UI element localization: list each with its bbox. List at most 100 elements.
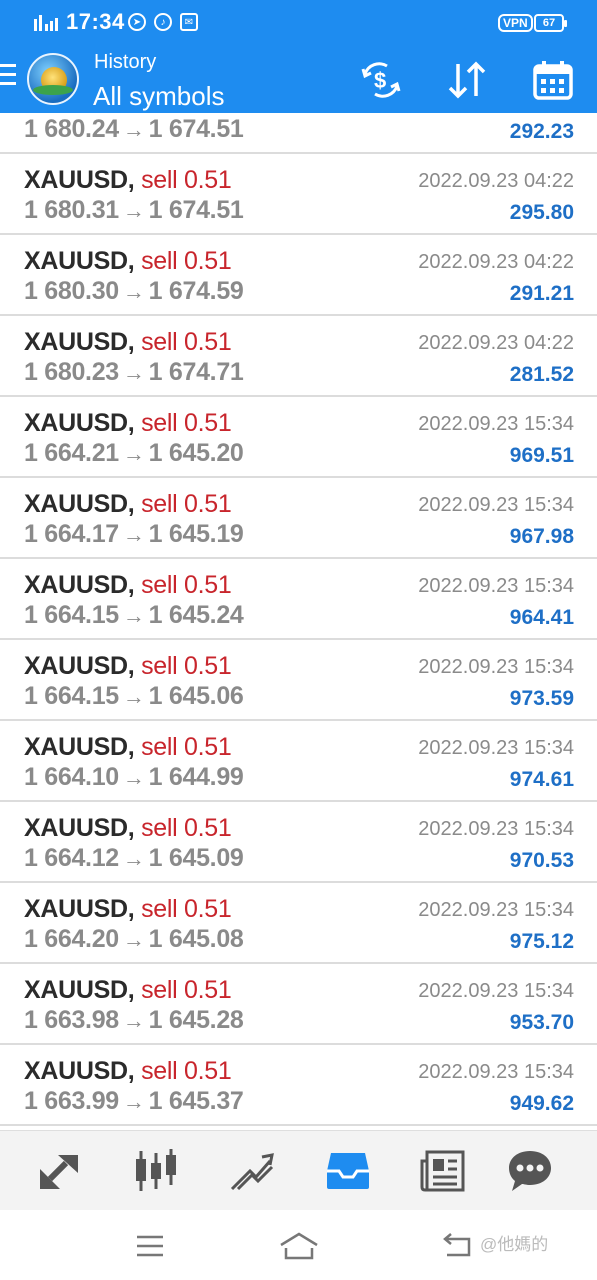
close-price: 1 674.71 bbox=[148, 358, 244, 386]
notification-icons: ➤ ♪ ✉ bbox=[128, 13, 198, 31]
trade-prices: 1 664.17 → 1 645.19 bbox=[24, 520, 244, 549]
trade-icon[interactable] bbox=[226, 1145, 278, 1197]
menu-icon[interactable] bbox=[0, 64, 18, 94]
trade-side-label: sell 0.51 bbox=[141, 247, 232, 275]
trade-profit: 973.59 bbox=[509, 687, 574, 710]
trade-row[interactable]: XAUUSD, sell 0.51 1 680.23 → 1 674.71 2022… bbox=[0, 316, 597, 397]
arrow-icon: → bbox=[122, 117, 145, 142]
trade-prices: 1 664.12 → 1 645.09 bbox=[24, 844, 244, 873]
trade-side-label: sell 0.51 bbox=[141, 976, 232, 1004]
open-price: 1 680.31 bbox=[24, 196, 119, 224]
signal-icon bbox=[34, 15, 58, 31]
trade-row[interactable]: XAUUSD, sell 0.51 1 664.17 → 1 645.19 2022… bbox=[0, 478, 597, 559]
trade-profit: 970.53 bbox=[509, 849, 574, 872]
trade-row[interactable]: XAUUSD, sell 0.51 1 664.12 → 1 645.09 2022… bbox=[0, 802, 597, 883]
trade-profit: 964.41 bbox=[509, 606, 574, 629]
trade-prices: 1 664.10 → 1 644.99 bbox=[24, 763, 244, 792]
trade-row[interactable]: XAUUSD, sell 0.51 1 664.21 → 1 645.20 2022… bbox=[0, 397, 597, 478]
home-icon[interactable] bbox=[277, 1226, 321, 1266]
symbol-label: XAUUSD, bbox=[24, 976, 135, 1004]
symbol-label: XAUUSD, bbox=[24, 328, 135, 356]
close-price: 1 644.99 bbox=[148, 763, 244, 791]
trade-side-label: sell 0.51 bbox=[141, 895, 232, 923]
trade-symbol: XAUUSD, sell 0.51 bbox=[24, 328, 232, 357]
sort-icon[interactable] bbox=[443, 56, 491, 104]
trade-row[interactable]: XAUUSD, sell 0.51 1 680.30 → 1 674.59 2022… bbox=[0, 235, 597, 316]
trade-row[interactable]: XAUUSD, sell 0.51 1 664.15 → 1 645.06 2022… bbox=[0, 640, 597, 721]
trade-prices: 1 680.30 → 1 674.59 bbox=[24, 277, 244, 306]
trade-row[interactable]: XAUUSD, sell 0.51 1 664.20 → 1 645.08 2022… bbox=[0, 883, 597, 964]
close-price: 1 645.08 bbox=[148, 925, 244, 953]
recent-apps-icon[interactable] bbox=[128, 1226, 172, 1266]
open-price: 1 680.23 bbox=[24, 358, 119, 386]
close-price: 1 645.06 bbox=[148, 682, 244, 710]
open-price: 1 664.17 bbox=[24, 520, 119, 548]
message-icon: ✉ bbox=[180, 13, 198, 31]
arrow-icon: → bbox=[122, 765, 145, 790]
close-price: 1 645.20 bbox=[148, 439, 244, 467]
symbol-label: XAUUSD, bbox=[24, 247, 135, 275]
close-price: 1 645.37 bbox=[148, 1087, 244, 1115]
symbol-label: XAUUSD, bbox=[24, 733, 135, 761]
currency-exchange-icon[interactable]: $ bbox=[357, 56, 405, 104]
trade-profit: 281.52 bbox=[509, 363, 574, 386]
open-price: 1 680.24 bbox=[24, 115, 119, 143]
trade-row[interactable]: XAUUSD, sell 0.51 1 663.99 → 1 645.37 2022… bbox=[0, 1045, 597, 1126]
arrow-icon: → bbox=[122, 198, 145, 223]
system-navigation-bar: @他媽的 bbox=[0, 1210, 597, 1280]
watermark-text: @他媽的 bbox=[480, 1235, 549, 1254]
calendar-icon[interactable] bbox=[529, 56, 577, 104]
trade-side-label: sell 0.51 bbox=[141, 328, 232, 356]
trade-row[interactable]: XAUUSD, sell 0.51 1 663.98 → 1 645.28 2022… bbox=[0, 964, 597, 1045]
trade-profit: 969.51 bbox=[509, 444, 574, 467]
chart-icon[interactable] bbox=[130, 1145, 182, 1197]
close-price: 1 645.24 bbox=[148, 601, 244, 629]
open-price: 1 663.98 bbox=[24, 1006, 119, 1034]
arrow-icon: → bbox=[122, 684, 145, 709]
trade-symbol: XAUUSD, sell 0.51 bbox=[24, 733, 232, 762]
symbol-label: XAUUSD, bbox=[24, 166, 135, 194]
tiktok-icon: ♪ bbox=[154, 13, 172, 31]
trade-time: 2022.09.23 15:34 bbox=[418, 899, 574, 921]
messages-icon[interactable] bbox=[504, 1145, 556, 1197]
arrow-icon: → bbox=[122, 441, 145, 466]
arrow-icon: → bbox=[122, 1089, 145, 1114]
trade-side-label: sell 0.51 bbox=[141, 409, 232, 437]
trade-profit: 949.62 bbox=[509, 1092, 574, 1115]
trade-symbol: XAUUSD, sell 0.51 bbox=[24, 247, 232, 276]
trade-symbol: XAUUSD, sell 0.51 bbox=[24, 409, 232, 438]
arrow-icon: → bbox=[122, 603, 145, 628]
trade-row[interactable]: XAUUSD, sell 0.51 1 664.15 → 1 645.24 2022… bbox=[0, 559, 597, 640]
news-icon[interactable] bbox=[417, 1145, 469, 1197]
trade-side-label: sell 0.51 bbox=[141, 1057, 232, 1085]
quotes-icon[interactable] bbox=[34, 1145, 86, 1197]
trade-side-label: sell 0.51 bbox=[141, 652, 232, 680]
arrow-icon: → bbox=[122, 360, 145, 385]
trade-symbol: XAUUSD, sell 0.51 bbox=[24, 490, 232, 519]
trade-prices: 1 664.20 → 1 645.08 bbox=[24, 925, 244, 954]
symbol-label: XAUUSD, bbox=[24, 571, 135, 599]
symbol-filter-title[interactable]: All symbols bbox=[93, 81, 224, 112]
back-icon[interactable] bbox=[434, 1226, 478, 1266]
close-price: 1 645.19 bbox=[148, 520, 244, 548]
page-subtitle: History bbox=[94, 51, 157, 73]
trade-row[interactable]: XAUUSD, sell 0.51 1 680.31 → 1 674.51 2022… bbox=[0, 154, 597, 235]
trade-symbol: XAUUSD, sell 0.51 bbox=[24, 571, 232, 600]
trade-prices: 1 663.98 → 1 645.28 bbox=[24, 1006, 244, 1035]
trade-time: 2022.09.23 15:34 bbox=[418, 818, 574, 840]
trade-prices: 1 680.24 → 1 674.51 bbox=[24, 115, 244, 144]
trade-prices: 1 663.99 → 1 645.37 bbox=[24, 1087, 244, 1116]
trade-history-list[interactable]: 1 680.24 → 1 674.51 292.23 XAUUSD, sell 0.… bbox=[0, 113, 597, 1130]
trade-profit: 291.21 bbox=[509, 282, 574, 305]
open-price: 1 664.10 bbox=[24, 763, 119, 791]
close-price: 1 645.09 bbox=[148, 844, 244, 872]
trade-profit: 967.98 bbox=[509, 525, 574, 548]
trade-row[interactable]: XAUUSD, sell 0.51 1 664.10 → 1 644.99 2022… bbox=[0, 721, 597, 802]
trade-prices: 1 664.15 → 1 645.06 bbox=[24, 682, 244, 711]
trade-profit: 975.12 bbox=[509, 930, 574, 953]
trade-row[interactable]: 1 680.24 → 1 674.51 292.23 bbox=[0, 113, 597, 154]
symbol-label: XAUUSD, bbox=[24, 652, 135, 680]
trade-time: 2022.09.23 15:34 bbox=[418, 737, 574, 759]
history-icon[interactable] bbox=[322, 1145, 374, 1197]
open-price: 1 663.99 bbox=[24, 1087, 119, 1115]
